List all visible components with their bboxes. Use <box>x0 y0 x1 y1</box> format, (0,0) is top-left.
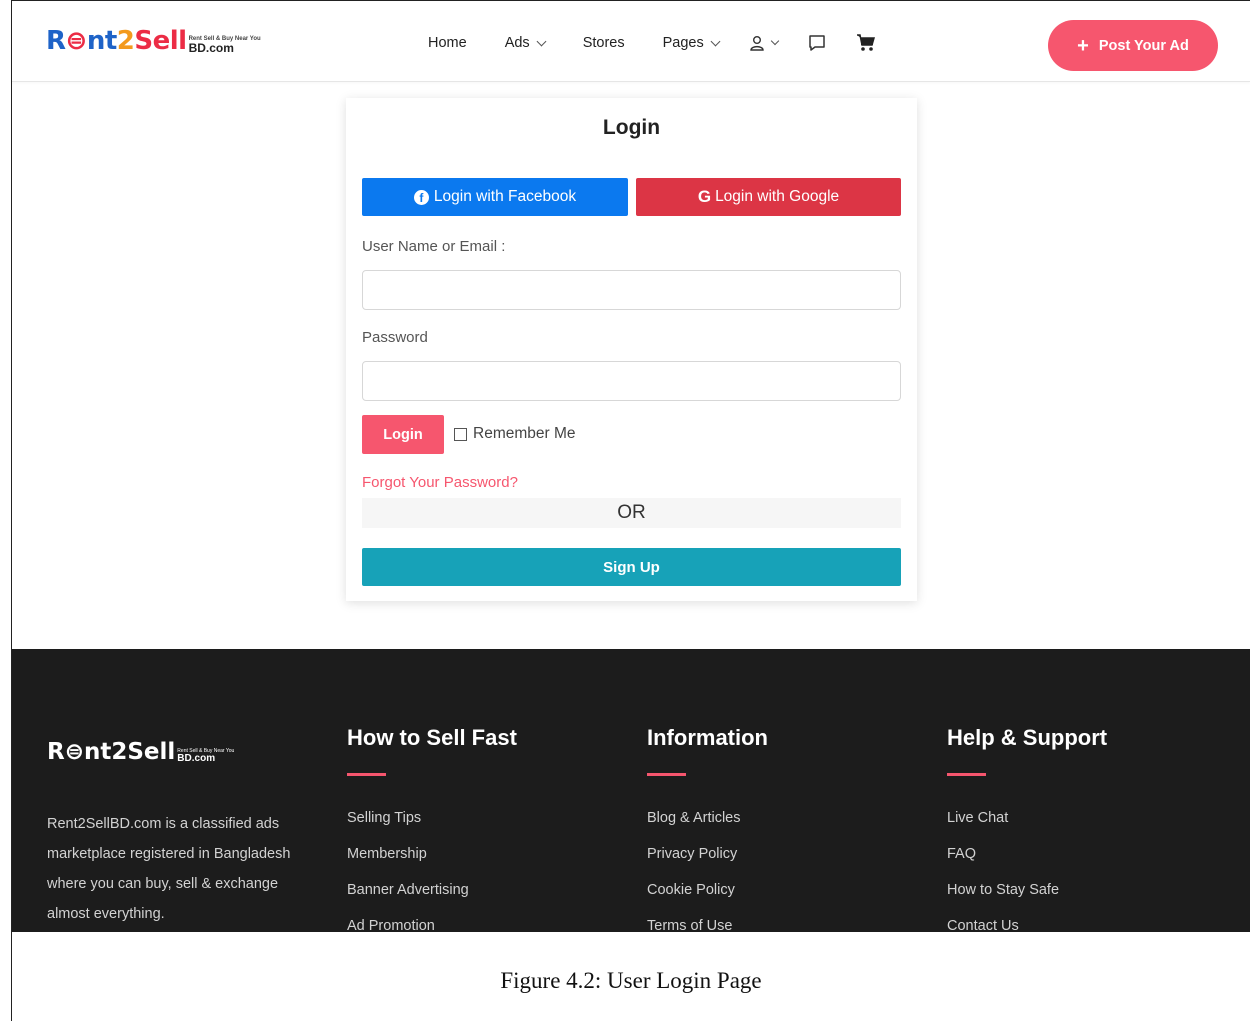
footer-link[interactable]: FAQ <box>947 846 1107 882</box>
nav-stores-label: Stores <box>582 35 625 51</box>
footer-link[interactable]: Ad Promotion <box>347 918 517 932</box>
chevron-down-icon <box>536 36 547 46</box>
footer-link[interactable]: How to Stay Safe <box>947 882 1107 918</box>
google-icon: G <box>697 187 712 206</box>
nav-ads[interactable]: Ads <box>504 35 547 51</box>
login-google-button[interactable]: G Login with Google <box>636 178 901 216</box>
nav-home-label: Home <box>428 35 467 51</box>
figure-caption: Figure 4.2: User Login Page <box>500 968 762 993</box>
logo-tagline: Rent Sell & Buy Near You BD.com <box>188 36 261 55</box>
login-title: Login <box>602 116 661 139</box>
user-icon <box>750 36 764 51</box>
footer-link[interactable]: Membership <box>347 846 517 882</box>
post-your-ad-label: Post Your Ad <box>1098 37 1189 54</box>
site-logo[interactable]: R⊜nt2Sell Rent Sell & Buy Near You BD.co… <box>46 28 261 54</box>
login-card: Login f Login with Facebook G Login with… <box>346 98 917 601</box>
facebook-icon: f <box>413 189 429 205</box>
footer-column-title: Information <box>647 725 768 750</box>
cart-button[interactable] <box>856 34 876 52</box>
footer-link[interactable]: Selling Tips <box>347 810 517 846</box>
nav-home[interactable]: Home <box>428 35 467 51</box>
password-label: Password <box>362 329 428 346</box>
footer-logo-tagline: Rent Sell & Buy Near You BD.com <box>177 748 235 764</box>
forgot-password-link[interactable]: Forgot Your Password? <box>362 474 518 491</box>
footer-link[interactable]: Live Chat <box>947 810 1107 846</box>
remember-me-label: Remember Me <box>473 425 576 442</box>
footer-link[interactable]: Privacy Policy <box>647 846 768 882</box>
footer-link[interactable]: Blog & Articles <box>647 810 768 846</box>
footer-title-underline <box>347 773 386 776</box>
footer-logo[interactable]: R⊜nt2Sell Rent Sell & Buy Near You BD.co… <box>47 741 234 764</box>
footer-link[interactable]: Cookie Policy <box>647 882 768 918</box>
footer-about-text: Rent2SellBD.com is a classified ads mark… <box>47 816 291 922</box>
remember-me-checkbox[interactable] <box>454 427 467 441</box>
nav-stores[interactable]: Stores <box>583 35 625 51</box>
or-divider: OR <box>362 498 901 528</box>
site-footer: R⊜nt2Sell Rent Sell & Buy Near You BD.co… <box>12 649 1250 932</box>
login-google-label: Login with Google <box>715 188 840 205</box>
footer-title-underline <box>947 773 986 776</box>
footer-title-underline <box>647 773 686 776</box>
cart-icon <box>856 34 875 51</box>
site-header: R⊜nt2Sell Rent Sell & Buy Near You BD.co… <box>12 2 1250 82</box>
login-facebook-label: Login with Facebook <box>433 188 577 205</box>
main-nav: Home Ads Stores Pages <box>428 34 906 52</box>
footer-logo-wordmark: R⊜nt2Sell <box>47 739 176 765</box>
chevron-down-icon <box>710 36 721 46</box>
plus-icon: + <box>1077 34 1089 57</box>
remember-me[interactable]: Remember Me <box>454 425 576 443</box>
footer-column-title: How to Sell Fast <box>347 725 517 750</box>
chevron-down-icon <box>770 36 779 46</box>
nav-pages[interactable]: Pages <box>662 35 721 51</box>
account-menu[interactable] <box>749 35 779 51</box>
messages-button[interactable] <box>808 34 826 52</box>
nav-ads-label: Ads <box>504 35 530 51</box>
footer-column-help-support: Help & Support Live Chat FAQ How to Stay… <box>947 725 1107 932</box>
footer-column-sell-fast: How to Sell Fast Selling Tips Membership… <box>347 725 517 932</box>
sign-up-button[interactable]: Sign Up <box>362 548 901 586</box>
nav-pages-label: Pages <box>662 35 704 51</box>
footer-column-title: Help & Support <box>947 725 1108 750</box>
password-input[interactable] <box>362 361 901 401</box>
footer-link[interactable]: Banner Advertising <box>347 882 517 918</box>
username-label: User Name or Email : <box>362 238 506 255</box>
chat-icon <box>808 35 825 51</box>
login-facebook-button[interactable]: f Login with Facebook <box>362 178 628 216</box>
username-input[interactable] <box>362 270 901 310</box>
login-submit-button[interactable]: Login <box>362 415 444 454</box>
logo-wordmark: R⊜nt2Sell <box>46 26 187 56</box>
footer-link[interactable]: Contact Us <box>947 918 1107 932</box>
footer-column-information: Information Blog & Articles Privacy Poli… <box>647 725 768 932</box>
footer-link[interactable]: Terms of Use <box>647 918 768 932</box>
post-your-ad-button[interactable]: + Post Your Ad <box>1048 20 1218 71</box>
